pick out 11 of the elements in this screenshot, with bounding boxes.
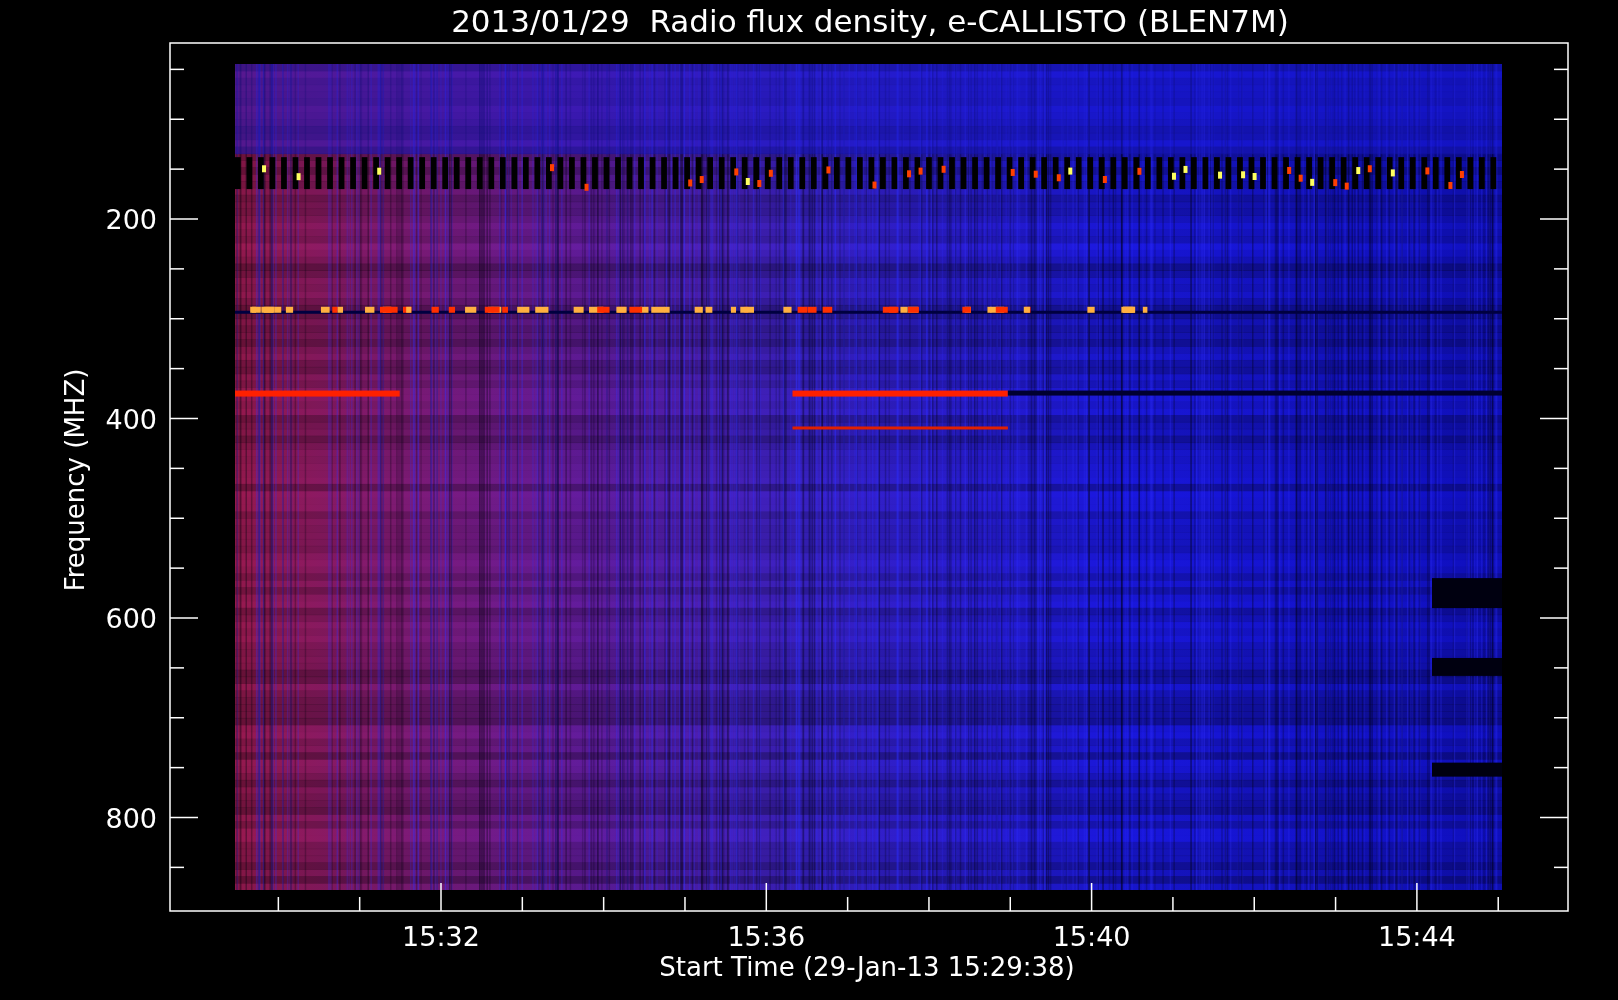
y-tick-label: 200: [105, 204, 157, 235]
x-tick-label: 15:40: [1052, 921, 1131, 952]
chart-title: 2013/01/29 Radio flux density, e-CALLISTO (BLEN7M): [451, 3, 1289, 39]
x-axis-label: Start Time (29-Jan-13 15:29:38): [659, 952, 1075, 982]
x-tick-label: 15:36: [727, 921, 806, 952]
x-tick-label: 15:32: [402, 921, 480, 952]
y-tick-label: 600: [105, 603, 157, 634]
y-tick-label: 800: [105, 802, 157, 834]
y-tick-label: 400: [105, 403, 157, 435]
x-tick-label: 15:44: [1378, 921, 1456, 952]
y-axis-label: Frequency (MHZ): [60, 368, 90, 592]
